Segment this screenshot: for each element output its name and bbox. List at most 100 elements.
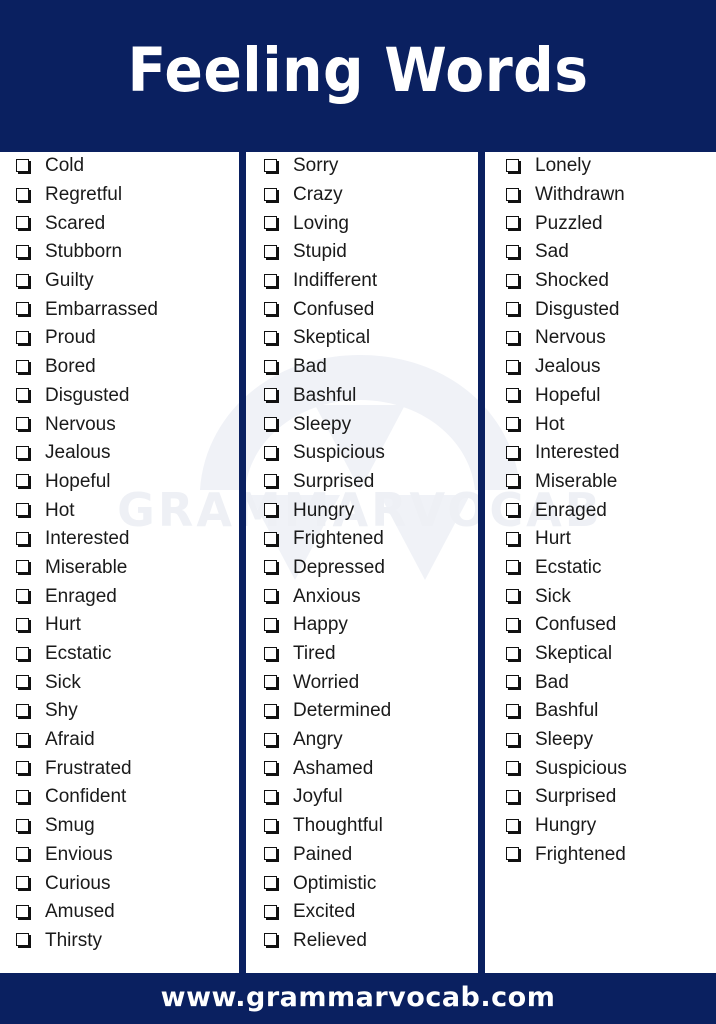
list-item[interactable]: Happy: [246, 611, 478, 640]
list-item[interactable]: Envious: [0, 841, 240, 870]
list-item[interactable]: Bashful: [486, 697, 716, 726]
list-item[interactable]: Scared: [0, 209, 240, 238]
checkbox-icon[interactable]: [16, 302, 31, 318]
list-item[interactable]: Worried: [246, 668, 478, 697]
list-item[interactable]: Surprised: [246, 468, 478, 497]
checkbox-icon[interactable]: [16, 359, 31, 375]
checkbox-icon[interactable]: [16, 732, 31, 748]
checkbox-icon[interactable]: [264, 761, 279, 777]
checkbox-icon[interactable]: [264, 675, 279, 691]
checkbox-icon[interactable]: [16, 703, 31, 719]
checkbox-icon[interactable]: [264, 732, 279, 748]
checkbox-icon[interactable]: [506, 417, 521, 433]
checkbox-icon[interactable]: [16, 474, 31, 490]
list-item[interactable]: Frustrated: [0, 754, 240, 783]
list-item[interactable]: Angry: [246, 726, 478, 755]
list-item[interactable]: Ashamed: [246, 754, 478, 783]
list-item[interactable]: Miserable: [0, 554, 240, 583]
list-item[interactable]: Bored: [0, 353, 240, 382]
checkbox-icon[interactable]: [264, 216, 279, 232]
list-item[interactable]: Optimistic: [246, 869, 478, 898]
checkbox-icon[interactable]: [264, 703, 279, 719]
checkbox-icon[interactable]: [264, 417, 279, 433]
checkbox-icon[interactable]: [16, 761, 31, 777]
list-item[interactable]: Sick: [486, 582, 716, 611]
list-item[interactable]: Sleepy: [486, 726, 716, 755]
checkbox-icon[interactable]: [264, 302, 279, 318]
checkbox-icon[interactable]: [16, 330, 31, 346]
checkbox-icon[interactable]: [506, 617, 521, 633]
checkbox-icon[interactable]: [16, 560, 31, 576]
checkbox-icon[interactable]: [264, 789, 279, 805]
list-item[interactable]: Sleepy: [246, 410, 478, 439]
checkbox-icon[interactable]: [16, 445, 31, 461]
list-item[interactable]: Interested: [0, 525, 240, 554]
checkbox-icon[interactable]: [506, 273, 521, 289]
list-item[interactable]: Curious: [0, 869, 240, 898]
checkbox-icon[interactable]: [264, 646, 279, 662]
checkbox-icon[interactable]: [16, 244, 31, 260]
list-item[interactable]: Jealous: [486, 353, 716, 382]
checkbox-icon[interactable]: [264, 388, 279, 404]
list-item[interactable]: Hungry: [486, 812, 716, 841]
checkbox-icon[interactable]: [264, 933, 279, 949]
list-item[interactable]: Bashful: [246, 382, 478, 411]
checkbox-icon[interactable]: [264, 560, 279, 576]
list-item[interactable]: Pained: [246, 841, 478, 870]
list-item[interactable]: Depressed: [246, 554, 478, 583]
checkbox-icon[interactable]: [506, 187, 521, 203]
checkbox-icon[interactable]: [264, 847, 279, 863]
list-item[interactable]: Hot: [0, 496, 240, 525]
list-item[interactable]: Hungry: [246, 496, 478, 525]
checkbox-icon[interactable]: [16, 187, 31, 203]
list-item[interactable]: Ecstatic: [486, 554, 716, 583]
list-item[interactable]: Bad: [486, 668, 716, 697]
list-item[interactable]: Sorry: [246, 152, 478, 181]
checkbox-icon[interactable]: [506, 158, 521, 174]
checkbox-icon[interactable]: [16, 589, 31, 605]
list-item[interactable]: Guilty: [0, 267, 240, 296]
list-item[interactable]: Suspicious: [246, 439, 478, 468]
checkbox-icon[interactable]: [264, 445, 279, 461]
checkbox-icon[interactable]: [506, 445, 521, 461]
checkbox-icon[interactable]: [16, 617, 31, 633]
checkbox-icon[interactable]: [264, 359, 279, 375]
list-item[interactable]: Bad: [246, 353, 478, 382]
list-item[interactable]: Relieved: [246, 927, 478, 956]
list-item[interactable]: Shy: [0, 697, 240, 726]
checkbox-icon[interactable]: [506, 474, 521, 490]
checkbox-icon[interactable]: [16, 158, 31, 174]
list-item[interactable]: Confused: [246, 295, 478, 324]
checkbox-icon[interactable]: [506, 244, 521, 260]
checkbox-icon[interactable]: [506, 302, 521, 318]
checkbox-icon[interactable]: [16, 789, 31, 805]
checkbox-icon[interactable]: [16, 933, 31, 949]
checkbox-icon[interactable]: [264, 273, 279, 289]
list-item[interactable]: Hot: [486, 410, 716, 439]
list-item[interactable]: Interested: [486, 439, 716, 468]
checkbox-icon[interactable]: [264, 244, 279, 260]
checkbox-icon[interactable]: [506, 330, 521, 346]
checkbox-icon[interactable]: [264, 503, 279, 519]
checkbox-icon[interactable]: [264, 818, 279, 834]
checkbox-icon[interactable]: [506, 847, 521, 863]
list-item[interactable]: Frightened: [246, 525, 478, 554]
list-item[interactable]: Hopeful: [486, 382, 716, 411]
list-item[interactable]: Tired: [246, 640, 478, 669]
checkbox-icon[interactable]: [264, 876, 279, 892]
checkbox-icon[interactable]: [16, 531, 31, 547]
list-item[interactable]: Ecstatic: [0, 640, 240, 669]
list-item[interactable]: Shocked: [486, 267, 716, 296]
list-item[interactable]: Confused: [486, 611, 716, 640]
checkbox-icon[interactable]: [506, 732, 521, 748]
checkbox-icon[interactable]: [16, 675, 31, 691]
list-item[interactable]: Puzzled: [486, 209, 716, 238]
list-item[interactable]: Sad: [486, 238, 716, 267]
list-item[interactable]: Afraid: [0, 726, 240, 755]
checkbox-icon[interactable]: [16, 646, 31, 662]
checkbox-icon[interactable]: [506, 703, 521, 719]
list-item[interactable]: Excited: [246, 898, 478, 927]
list-item[interactable]: Anxious: [246, 582, 478, 611]
checkbox-icon[interactable]: [264, 158, 279, 174]
checkbox-icon[interactable]: [506, 560, 521, 576]
